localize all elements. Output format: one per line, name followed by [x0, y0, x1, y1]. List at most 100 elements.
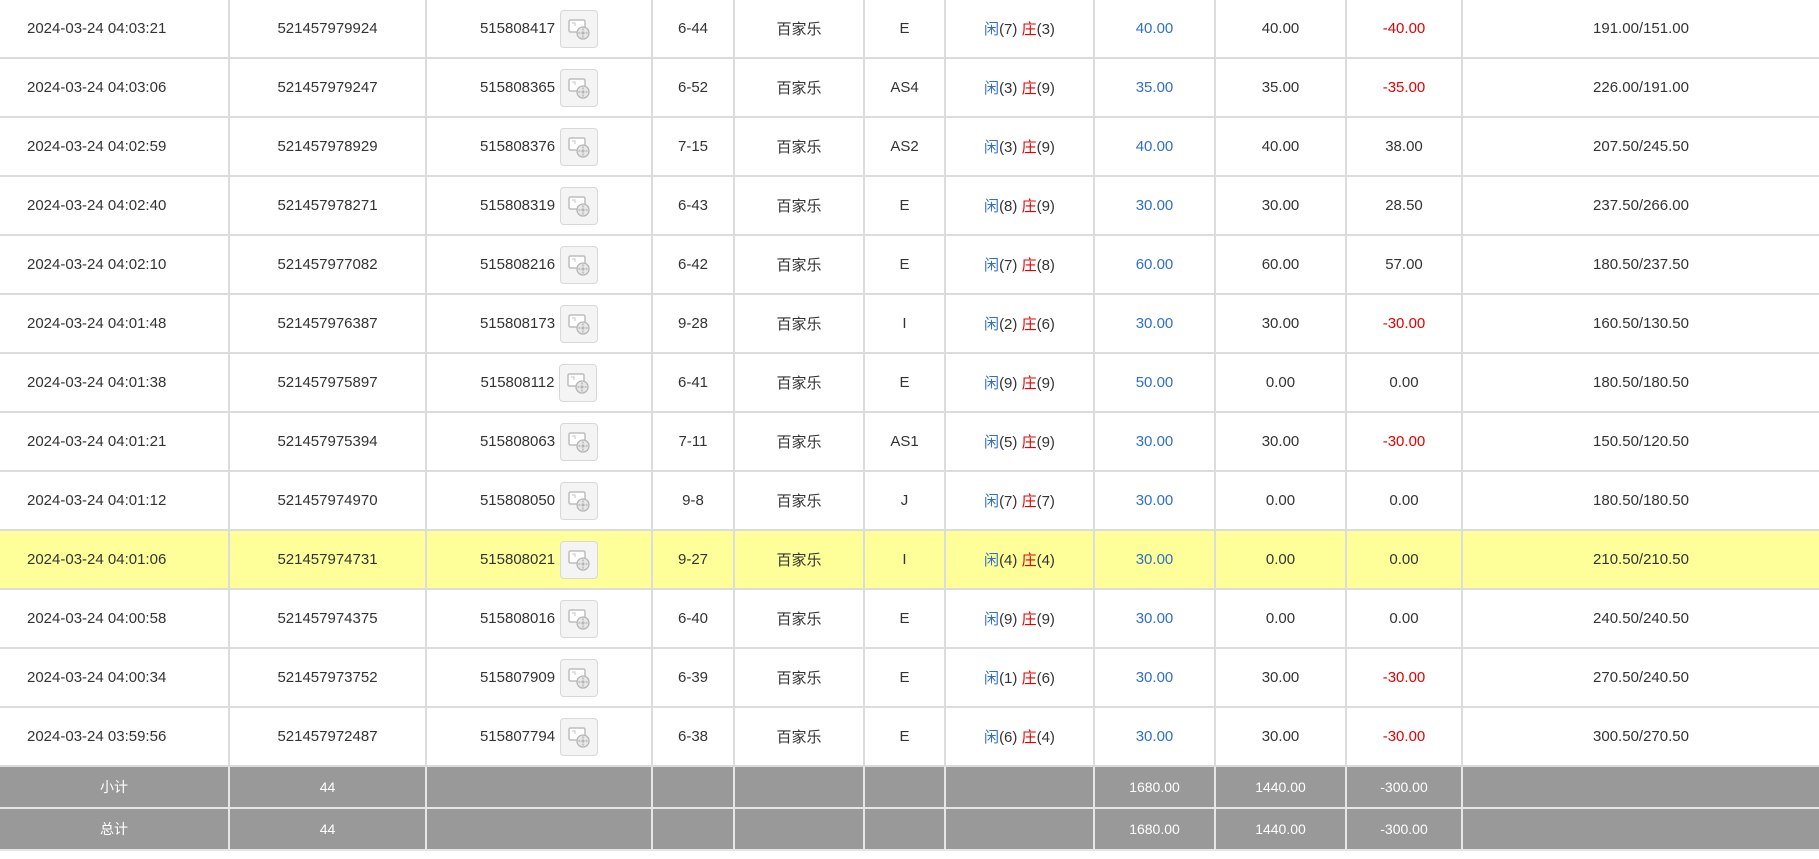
total-row: 总计 44 1680.00 1440.00 -300.00: [0, 808, 1819, 851]
video-replay-icon[interactable]: [560, 481, 599, 520]
bet-type: E: [864, 0, 946, 59]
table-no: 9-28: [652, 294, 735, 354]
result-cell: 闲(2) 庄(6): [945, 294, 1095, 354]
bet-history-table: 2024-03-24 04:03:21 521457979924 515808417…: [0, 0, 1819, 851]
bet-time: 2024-03-24 04:02:59: [0, 117, 230, 177]
player-label: 闲: [984, 611, 1000, 628]
result-cell: 闲(7) 庄(8): [945, 235, 1095, 295]
round-id: 515808376: [479, 138, 556, 155]
round-cell: 515808216: [426, 235, 653, 295]
bet-type: E: [864, 648, 946, 708]
bet-type: E: [864, 589, 946, 649]
video-replay-icon[interactable]: [559, 363, 598, 402]
bet-amount: 50.00: [1094, 353, 1216, 413]
banker-value: (9): [1036, 375, 1055, 392]
subtotal-valid: 1440.00: [1215, 766, 1347, 809]
video-replay-icon[interactable]: [560, 599, 599, 638]
bet-time: 2024-03-24 04:01:21: [0, 412, 230, 472]
bet-type: J: [864, 471, 946, 531]
player-value: (3): [999, 139, 1018, 156]
subtotal-empty: [734, 766, 865, 809]
total-empty: [652, 808, 735, 851]
table-row: 2024-03-24 04:00:34 521457973752 515807909…: [0, 648, 1819, 708]
game-name: 百家乐: [734, 176, 865, 236]
video-replay-icon[interactable]: [560, 245, 599, 284]
player-value: (7): [999, 21, 1018, 38]
video-replay-icon[interactable]: [560, 68, 599, 107]
player-value: (7): [999, 493, 1018, 510]
bet-id: 521457977082: [229, 235, 427, 295]
balance: 160.50/130.50: [1462, 294, 1819, 354]
result-cell: 闲(5) 庄(9): [945, 412, 1095, 472]
video-replay-icon[interactable]: [560, 658, 599, 697]
bet-type: AS4: [864, 58, 946, 118]
bet-time: 2024-03-24 04:00:34: [0, 648, 230, 708]
video-replay-icon[interactable]: [560, 422, 599, 461]
table-row: 2024-03-24 04:00:58 521457974375 515808016…: [0, 589, 1819, 649]
subtotal-empty: [426, 766, 653, 809]
player-value: (4): [999, 552, 1018, 569]
win-amount: 0.00: [1346, 353, 1463, 413]
bet-time: 2024-03-24 04:03:21: [0, 0, 230, 59]
video-replay-icon[interactable]: [560, 540, 599, 579]
bet-time: 2024-03-24 04:02:10: [0, 235, 230, 295]
game-name: 百家乐: [734, 530, 865, 590]
player-value: (6): [999, 729, 1018, 746]
balance: 270.50/240.50: [1462, 648, 1819, 708]
banker-label: 庄: [1021, 375, 1037, 392]
win-amount: 0.00: [1346, 589, 1463, 649]
banker-label: 庄: [1021, 729, 1037, 746]
valid-amount: 0.00: [1215, 530, 1347, 590]
round-id: 515808063: [479, 433, 556, 450]
subtotal-label: 小计: [0, 766, 230, 809]
bet-amount: 60.00: [1094, 235, 1216, 295]
banker-value: (3): [1036, 21, 1055, 38]
video-replay-icon[interactable]: [560, 717, 599, 756]
round-cell: 515807794: [426, 707, 653, 767]
round-cell: 515808417: [426, 0, 653, 59]
round-cell: 515808173: [426, 294, 653, 354]
banker-label: 庄: [1021, 493, 1037, 510]
round-id: 515808365: [479, 79, 556, 96]
subtotal-empty: [652, 766, 735, 809]
video-replay-icon[interactable]: [560, 127, 599, 166]
bet-time: 2024-03-24 04:01:12: [0, 471, 230, 531]
table-row: 2024-03-24 04:02:59 521457978929 515808376…: [0, 117, 1819, 177]
video-replay-icon[interactable]: [560, 9, 599, 48]
win-amount: -30.00: [1346, 412, 1463, 472]
total-empty: [734, 808, 865, 851]
banker-value: (9): [1036, 611, 1055, 628]
banker-label: 庄: [1021, 257, 1037, 274]
subtotal-win: -300.00: [1346, 766, 1463, 809]
banker-value: (9): [1036, 80, 1055, 97]
win-amount: 38.00: [1346, 117, 1463, 177]
video-replay-icon[interactable]: [560, 304, 599, 343]
result-cell: 闲(9) 庄(9): [945, 353, 1095, 413]
valid-amount: 30.00: [1215, 412, 1347, 472]
player-label: 闲: [984, 80, 1000, 97]
round-cell: 515808063: [426, 412, 653, 472]
table-no: 7-15: [652, 117, 735, 177]
balance: 150.50/120.50: [1462, 412, 1819, 472]
valid-amount: 30.00: [1215, 176, 1347, 236]
round-id: 515808050: [479, 492, 556, 509]
balance: 180.50/180.50: [1462, 471, 1819, 531]
round-cell: 515808021: [426, 530, 653, 590]
table-no: 6-40: [652, 589, 735, 649]
player-value: (5): [999, 434, 1018, 451]
bet-rows: 2024-03-24 04:03:21 521457979924 515808417…: [0, 0, 1819, 767]
valid-amount: 30.00: [1215, 294, 1347, 354]
bet-time: 2024-03-24 03:59:56: [0, 707, 230, 767]
bet-time: 2024-03-24 04:03:06: [0, 58, 230, 118]
bet-id: 521457973752: [229, 648, 427, 708]
balance: 180.50/180.50: [1462, 353, 1819, 413]
total-label: 总计: [0, 808, 230, 851]
banker-value: (8): [1036, 257, 1055, 274]
bet-time: 2024-03-24 04:01:48: [0, 294, 230, 354]
win-amount: -35.00: [1346, 58, 1463, 118]
video-replay-icon[interactable]: [560, 186, 599, 225]
win-amount: -40.00: [1346, 0, 1463, 59]
player-label: 闲: [984, 139, 1000, 156]
round-id: 515808216: [479, 256, 556, 273]
banker-label: 庄: [1021, 552, 1037, 569]
